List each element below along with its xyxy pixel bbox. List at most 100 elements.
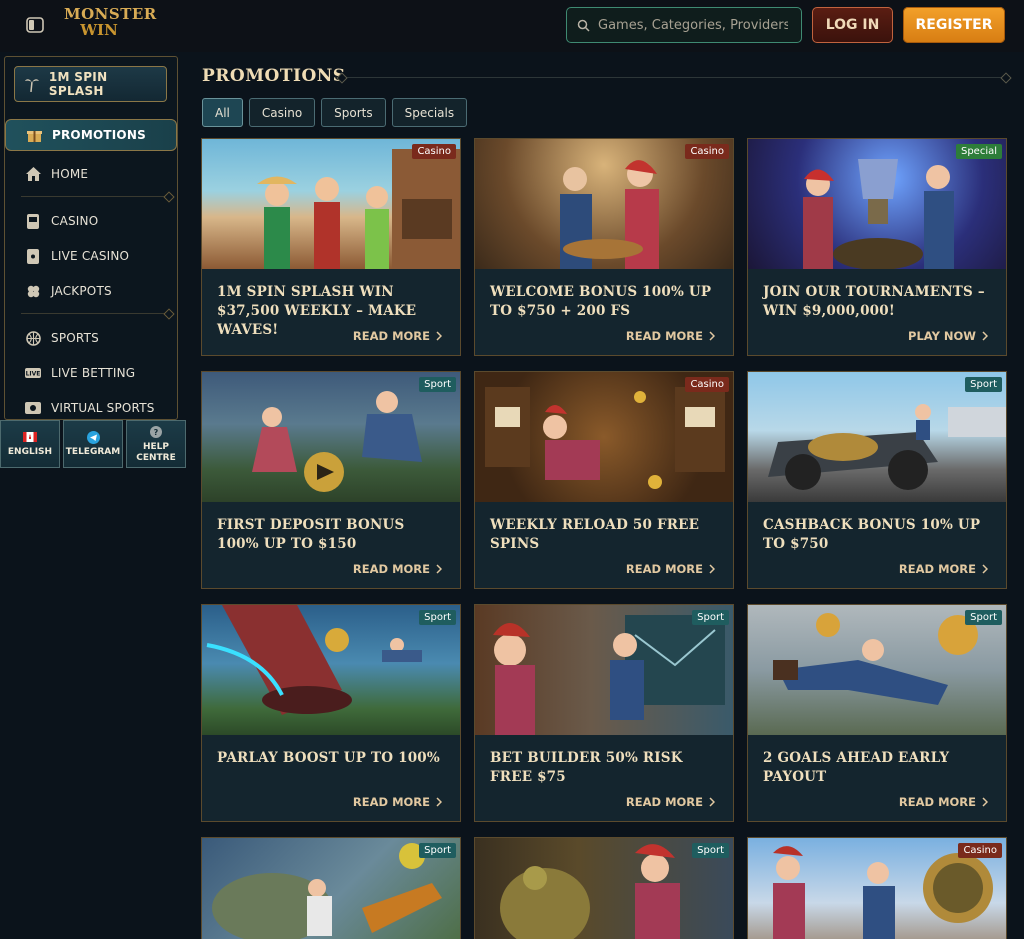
palm-tree-icon (25, 79, 39, 92)
promo-image: Sport (748, 605, 1006, 735)
cta-label: READ MORE (898, 562, 976, 576)
promo-card[interactable]: Sport BET BUILDER 50% RISK FREE $75 READ… (474, 604, 734, 822)
sidebar-toggle-icon[interactable] (26, 17, 44, 33)
filter-casino[interactable]: Casino (248, 98, 316, 127)
promo-card[interactable]: Casino WELCOME BONUS 100% UP TO $750 + 2… (474, 138, 734, 356)
spin-splash-button[interactable]: 1M SPIN SPLASH (14, 66, 167, 102)
nav-item-sports[interactable]: SPORTS (5, 322, 177, 354)
promo-card[interactable]: Sport PARLAY BOOST UP TO 100% READ MORE (201, 604, 461, 822)
cta-label: READ MORE (352, 329, 430, 343)
chevron-right-icon (436, 331, 442, 341)
search-input[interactable] (596, 16, 790, 34)
divider (21, 196, 169, 197)
svg-text:?: ? (154, 428, 159, 437)
promo-image: Sport (475, 838, 733, 939)
filter-tabs: All Casino Sports Specials (202, 98, 468, 127)
spin-splash-label: 1M SPIN SPLASH (48, 70, 108, 98)
promo-title: FIRST DEPOSIT BONUS 100% UP TO $150 (217, 517, 405, 552)
nav-item-promotions[interactable]: PROMOTIONS (5, 119, 177, 151)
nav-item-casino[interactable]: CASINO (5, 205, 177, 237)
promo-card[interactable]: Special JOIN OUR TOURNAMENTS – WIN $9,00… (747, 138, 1007, 356)
nav-item-label: HOME (51, 167, 89, 181)
cta-label: READ MORE (625, 795, 703, 809)
cta-label: READ MORE (625, 562, 703, 576)
chevron-right-icon (982, 331, 988, 341)
promo-card[interactable]: Sport CASHBACK BONUS 10% UP TO $750 READ… (747, 371, 1007, 589)
chevron-right-icon (709, 564, 715, 574)
chevron-right-icon (982, 797, 988, 807)
promo-card[interactable]: Casino (747, 837, 1007, 939)
category-tag: Sport (965, 377, 1002, 392)
playing-card-icon (25, 248, 41, 264)
read-more-link[interactable]: READ MORE (899, 562, 988, 576)
category-tag: Sport (692, 610, 729, 625)
chevron-right-icon (436, 797, 442, 807)
register-button[interactable]: REGISTER (903, 7, 1005, 43)
promo-card[interactable]: Casino WEEKLY RELOAD 50 FREE SPINS READ … (474, 371, 734, 589)
chevron-right-icon (436, 564, 442, 574)
read-more-link[interactable]: READ MORE (626, 329, 715, 343)
nav-item-jackpots[interactable]: JACKPOTS (5, 275, 177, 307)
category-tag: Sport (692, 843, 729, 858)
cta-label: READ MORE (625, 329, 703, 343)
promo-card[interactable]: Sport 2 GOALS AHEAD EARLY PAYOUT READ MO… (747, 604, 1007, 822)
read-more-link[interactable]: READ MORE (899, 795, 988, 809)
promo-card[interactable]: Casino 1M SPIN SPLASH WIN $37,500 WEEKLY… (201, 138, 461, 356)
cta-label: READ MORE (352, 795, 430, 809)
live-badge-icon: LIVE (25, 365, 41, 381)
category-tag: Sport (965, 610, 1002, 625)
gift-icon (26, 127, 42, 143)
read-more-link[interactable]: READ MORE (353, 329, 442, 343)
cta-label: PLAY NOW (908, 329, 976, 343)
help-centre-label: HELP CENTRE (136, 441, 176, 463)
nav-item-live-betting[interactable]: LIVE LIVE BETTING (5, 357, 177, 389)
category-tag: Casino (958, 843, 1002, 858)
nav-item-label: PROMOTIONS (52, 128, 146, 142)
promo-card[interactable]: Sport (474, 837, 734, 939)
promo-title: JOIN OUR TOURNAMENTS – WIN $9,000,000! (763, 284, 985, 319)
virtual-sports-icon (25, 400, 41, 416)
promo-image: Casino (202, 139, 460, 269)
promo-image: Special (748, 139, 1006, 269)
telegram-button[interactable]: TELEGRAM (63, 420, 123, 468)
category-tag: Special (955, 144, 1002, 159)
promo-image: Sport (475, 605, 733, 735)
filter-sports[interactable]: Sports (321, 98, 386, 127)
category-tag: Casino (412, 144, 456, 159)
read-more-link[interactable]: READ MORE (353, 795, 442, 809)
chevron-right-icon (709, 331, 715, 341)
read-more-link[interactable]: READ MORE (626, 795, 715, 809)
filter-all[interactable]: All (202, 98, 243, 127)
promo-image: Sport (202, 372, 460, 502)
title-divider (340, 77, 1008, 78)
logo[interactable]: MONSTER WIN (64, 6, 156, 46)
search-box[interactable] (566, 7, 802, 43)
nav-item-label: LIVE BETTING (51, 366, 136, 380)
telegram-icon (86, 430, 100, 444)
nav-item-home[interactable]: HOME (5, 158, 177, 190)
svg-text:LIVE: LIVE (26, 371, 41, 378)
language-label: ENGLISH (7, 447, 53, 457)
chevron-right-icon (982, 564, 988, 574)
help-icon: ? (150, 425, 162, 439)
promo-title: 2 GOALS AHEAD EARLY PAYOUT (763, 750, 950, 785)
logo-line2: WIN (80, 21, 118, 39)
promo-title: PARLAY BOOST UP TO 100% (217, 750, 440, 766)
nav-item-label: CASINO (51, 214, 99, 228)
basketball-icon (25, 330, 41, 346)
read-more-link[interactable]: READ MORE (353, 562, 442, 576)
nav-item-label: VIRTUAL SPORTS (51, 401, 155, 415)
language-button[interactable]: ENGLISH (0, 420, 60, 468)
read-more-link[interactable]: READ MORE (626, 562, 715, 576)
play-now-link[interactable]: PLAY NOW (908, 329, 988, 343)
login-button[interactable]: LOG IN (812, 7, 893, 43)
promo-card[interactable]: Sport FIRST DEPOSIT BONUS 100% UP TO $15… (201, 371, 461, 589)
promo-card[interactable]: Sport (201, 837, 461, 939)
cta-label: READ MORE (352, 562, 430, 576)
filter-specials[interactable]: Specials (391, 98, 468, 127)
cta-label: READ MORE (898, 795, 976, 809)
help-centre-button[interactable]: ? HELP CENTRE (126, 420, 186, 468)
nav-item-live-casino[interactable]: LIVE CASINO (5, 240, 177, 272)
sidebar: 1M SPIN SPLASH PROMOTIONS HOME CASINO LI… (4, 56, 178, 420)
promo-image: Sport (748, 372, 1006, 502)
